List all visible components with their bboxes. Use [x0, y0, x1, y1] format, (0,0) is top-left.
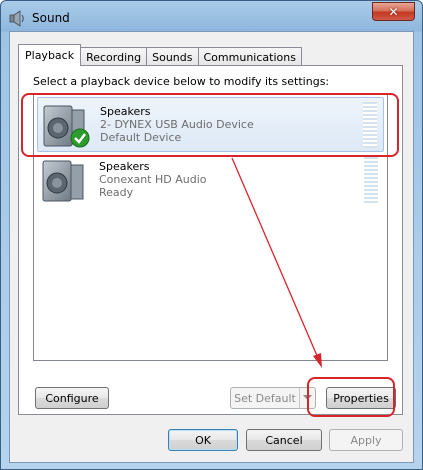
tab-recording[interactable]: Recording [80, 47, 148, 66]
title-bar[interactable]: Sound ✕ [1, 1, 422, 35]
tab-label: Recording [86, 50, 142, 64]
annotation-properties-highlight [307, 377, 395, 417]
configure-button[interactable]: Configure [35, 387, 109, 409]
window-title: Sound [32, 11, 70, 25]
tab-sounds[interactable]: Sounds [146, 47, 199, 66]
cancel-button[interactable]: Cancel [246, 429, 322, 451]
device-item-conexant-speakers[interactable]: Speakers Conexant HD Audio Ready [37, 153, 384, 208]
close-icon: ✕ [388, 4, 399, 19]
tab-playback[interactable]: Playback [18, 44, 82, 66]
device-name: Speakers [99, 160, 150, 173]
volume-meter [364, 157, 378, 203]
speaker-device-icon [42, 160, 84, 202]
tab-strip: Playback Recording Sounds Communications [18, 44, 302, 66]
speaker-icon [9, 10, 24, 27]
annotation-device-highlight [21, 93, 399, 157]
set-default-button[interactable]: Set Default [230, 387, 300, 409]
apply-button[interactable]: Apply [329, 429, 403, 451]
tab-label: Sounds [152, 50, 193, 64]
instruction-text: Select a playback device below to modify… [33, 75, 330, 88]
close-button[interactable]: ✕ [372, 2, 415, 21]
device-description: Conexant HD Audio [99, 173, 207, 186]
tab-label: Playback [25, 49, 75, 62]
tab-communications[interactable]: Communications [197, 47, 302, 66]
ok-button[interactable]: OK [168, 429, 238, 451]
tab-label: Communications [203, 50, 296, 64]
device-status: Ready [99, 186, 134, 199]
